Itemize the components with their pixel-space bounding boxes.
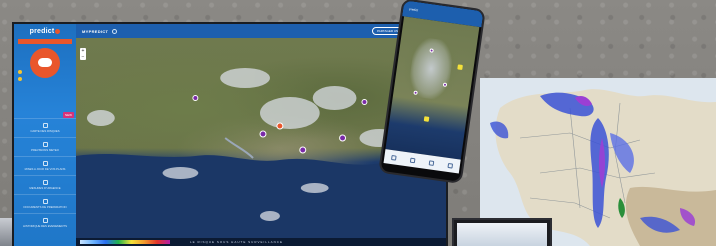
alert-marker: [276, 122, 284, 130]
forecast-icon: [42, 142, 48, 147]
document-icon: [42, 161, 48, 166]
logo-area: predict: [14, 24, 76, 38]
sidebar-item-forecast[interactable]: PREVISIONS METEO: [14, 137, 76, 156]
zoom-out-button[interactable]: −: [80, 54, 86, 60]
phone-map[interactable]: [385, 16, 480, 160]
motto: LE RISQUE SOUS HAUTE SURVEILLANCE: [190, 240, 283, 244]
app-logo: predict: [29, 27, 55, 35]
sidebar-item-label: MESURES D'URGENCE: [29, 186, 61, 190]
rain-legend-bar: [80, 240, 170, 244]
sidebar-item-plans[interactable]: MISES A JOUR DE VOS PLANS: [14, 156, 76, 175]
folder-icon: [42, 199, 48, 204]
river-delta: [224, 137, 254, 159]
bottom-bar: LE RISQUE SOUS HAUTE SURVEILLANCE: [76, 238, 446, 246]
mountain-range: [625, 186, 716, 246]
alert-marker: [339, 134, 347, 142]
sidebar-item-label: MISES A JOUR DE VOS PLANS: [24, 167, 66, 171]
side-dots: [18, 70, 22, 84]
sidebar-item-risk-map[interactable]: CARTE DES RISQUES: [14, 118, 76, 137]
sidebar-item-label: HISTORIQUE DES EVENEMENTS: [23, 224, 67, 228]
nav-map-icon[interactable]: [409, 157, 416, 163]
sidebar-menu: CARTE DES RISQUES PREVISIONS METEO MISES…: [14, 118, 76, 232]
alert-marker: [299, 146, 307, 154]
top-bar: MYPREDICT PARTAGER UNE INFO ASSISTANCE: [76, 24, 446, 38]
sidebar-item-label: CARTE DES RISQUES: [30, 129, 60, 133]
device-edge: [0, 218, 12, 246]
logo-dot: [55, 28, 61, 34]
warning-icon: [42, 180, 48, 185]
phone-app-title: predict: [408, 7, 419, 13]
sidebar-item-label: DOCUMENTS DE PREPARATION: [23, 205, 67, 209]
nav-alert-icon[interactable]: [428, 159, 435, 166]
sidebar-item-preparation[interactable]: DOCUMENTS DE PREPARATION: [14, 194, 76, 213]
sidebar-item-history[interactable]: HISTORIQUE DES EVENEMENTS: [14, 213, 76, 232]
nav-menu-icon[interactable]: [447, 162, 454, 169]
zoom-control: + −: [80, 48, 86, 60]
tablet-screen: [457, 223, 547, 246]
alert-marker: [361, 99, 368, 105]
nav-home-icon[interactable]: [391, 154, 397, 161]
brand-tag: MYPREDICT: [82, 28, 109, 34]
status-dot: [18, 77, 22, 81]
alert-strip[interactable]: [18, 39, 72, 44]
history-icon: [42, 218, 48, 223]
sidebar-item-emergency[interactable]: MESURES D'URGENCE: [14, 175, 76, 194]
tablet-device: [452, 218, 552, 246]
sidebar-item-label: PREVISIONS METEO: [31, 148, 59, 152]
alert-marker: [259, 130, 267, 138]
sidebar: predict NEW CARTE DES RISQUES PREVISIONS…: [14, 24, 76, 246]
map-icon: [42, 123, 48, 128]
status-dot: [18, 70, 22, 74]
settings-icon[interactable]: [112, 28, 118, 34]
alert-marker: [192, 95, 199, 101]
warning-marker[interactable]: [457, 64, 463, 71]
warning-marker[interactable]: [423, 116, 430, 122]
weather-cloud-icon[interactable]: [30, 48, 60, 78]
